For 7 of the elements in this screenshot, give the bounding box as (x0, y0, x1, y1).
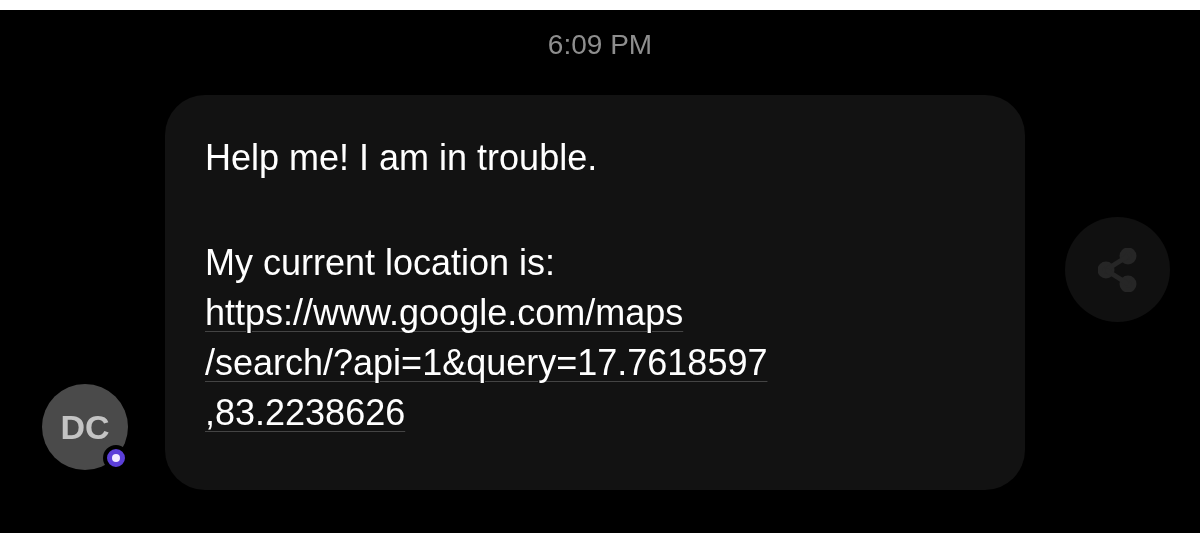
message-text: Help me! I am in trouble. (205, 136, 598, 180)
avatar-initials: DC (60, 406, 110, 448)
message-text: My current location is: (205, 241, 556, 285)
location-link[interactable]: https://www.google.com/maps (205, 288, 684, 338)
message-timestamp: 6:09 PM (547, 28, 653, 62)
location-link[interactable]: ,83.2238626 (205, 388, 406, 438)
location-link[interactable]: /search/?api=1&query=17.7618597 (205, 338, 768, 388)
